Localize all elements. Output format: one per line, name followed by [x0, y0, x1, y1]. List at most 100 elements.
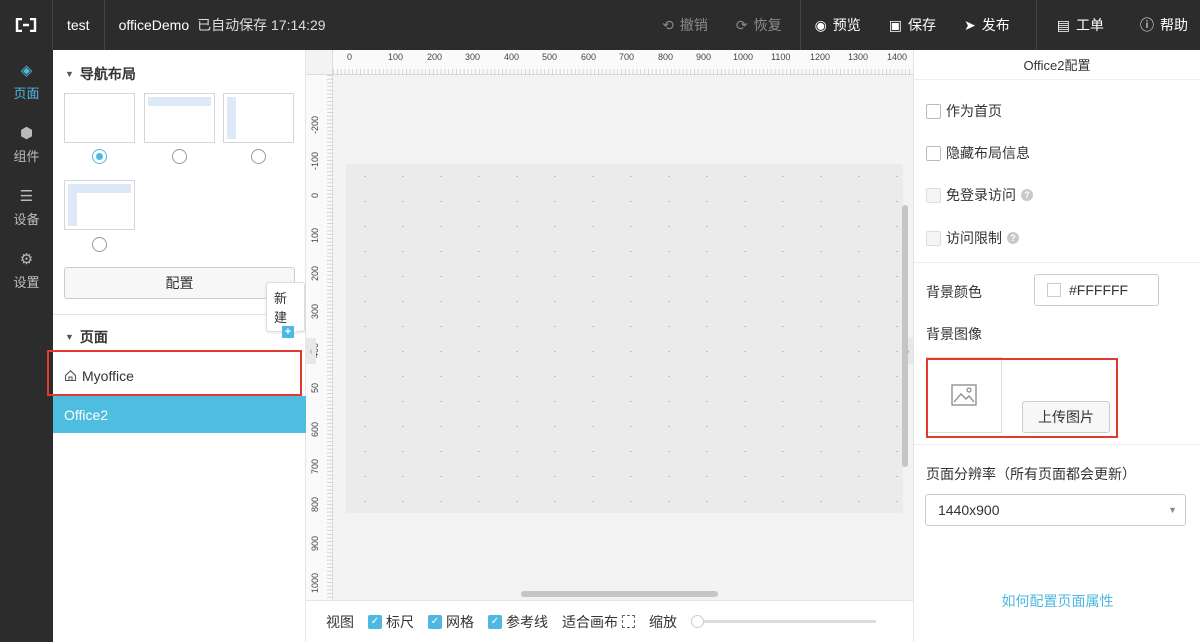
grid-toggle-label: 网格 — [446, 613, 474, 630]
layout-radio-left-sidebar[interactable] — [251, 149, 266, 164]
bg-color-value: #FFFFFF — [1069, 282, 1129, 298]
config-panel-title: Office2配置 — [914, 50, 1200, 80]
ruler-top-label: 700 — [619, 52, 635, 62]
caret-down-icon: ▼ — [65, 69, 74, 79]
resolution-value: 1440x900 — [938, 502, 1000, 518]
canvas-area[interactable]: 0 100 200 300 400 500 600 700 800 900 10… — [306, 50, 913, 600]
ruler-left-label: 200 — [310, 265, 320, 281]
preview-button[interactable]: ◉ 预览 — [799, 0, 875, 50]
server-icon: ☰ — [19, 188, 34, 205]
set-home-checkbox[interactable]: 作为首页 — [926, 101, 1002, 121]
save-button[interactable]: ▣ 保存 — [875, 0, 950, 50]
question-icon[interactable]: ? — [1021, 189, 1033, 201]
publish-label: 发布 — [981, 17, 1010, 33]
pages-header[interactable]: ▼ 页面 — [65, 327, 108, 347]
project-name[interactable]: test — [53, 0, 105, 50]
help-button[interactable]: ⓘ 帮助 — [1126, 0, 1200, 50]
ruler-top-label: 1200 — [810, 52, 831, 62]
page-item-office2[interactable]: Office2 — [53, 396, 306, 433]
new-tooltip: 新建 — [266, 282, 305, 332]
layout-option-left-sidebar[interactable] — [223, 93, 294, 143]
access-limit-label: 访问限制 — [946, 230, 1002, 246]
ruler-left-label: 100 — [310, 227, 320, 243]
pages-panel: ▼ 导航布局 配置 新建 ▼ 页面 + Myoffice Office2 — [47, 50, 306, 642]
access-limit-checkbox[interactable]: 访问限制 ? — [926, 228, 1019, 248]
ruler-left-label: 900 — [310, 535, 320, 551]
color-swatch[interactable] — [1047, 283, 1061, 297]
undo-button[interactable]: ⟲ 撤销 — [648, 0, 722, 50]
ticket-button[interactable]: ▤ 工单 — [1035, 0, 1126, 50]
publish-button[interactable]: ➤ 发布 — [950, 0, 1036, 50]
page-config-panel: Office2配置 作为首页 隐藏布局信息 免登录访问 ? 访问限制 ? 背景颜… — [913, 50, 1200, 642]
nav-layout-header[interactable]: ▼ 导航布局 — [65, 64, 136, 84]
help-label: 帮助 — [1160, 17, 1188, 33]
layout-left-bar-preview — [68, 193, 77, 226]
ruler-left-label: -100 — [310, 151, 320, 170]
no-login-checkbox[interactable]: 免登录访问 ? — [926, 185, 1033, 205]
caret-down-icon: ▼ — [65, 332, 74, 342]
nav-item-settings[interactable]: ⚙ 设置 — [0, 239, 53, 302]
nav-item-pages[interactable]: ◈ 页面 — [0, 50, 53, 113]
ruler-toggle[interactable]: ✓ 标尺 — [368, 612, 414, 632]
nav-item-components[interactable]: ⬢ 组件 — [0, 113, 53, 176]
pages-title: 页面 — [79, 329, 108, 345]
layout-option-top-bar[interactable] — [144, 93, 215, 143]
hide-layout-checkbox[interactable]: 隐藏布局信息 — [926, 143, 1030, 163]
bg-color-input[interactable]: #FFFFFF — [1034, 274, 1159, 306]
check-icon: ✓ — [428, 614, 442, 629]
config-help-link[interactable]: 如何配置页面属性 — [914, 591, 1200, 611]
zoom-slider-handle[interactable] — [691, 615, 704, 628]
app-logo[interactable] — [0, 0, 53, 50]
redo-button[interactable]: ⟳ 恢复 — [722, 0, 800, 50]
ruler-top-label: 400 — [504, 52, 520, 62]
vertical-scrollbar[interactable] — [902, 205, 908, 467]
nav-item-label: 页面 — [13, 86, 40, 101]
ruler-top-label: 1300 — [848, 52, 869, 62]
zoom-slider[interactable] — [691, 615, 876, 628]
guides-toggle[interactable]: ✓ 参考线 — [488, 612, 548, 632]
nav-item-label: 设备 — [13, 212, 40, 227]
question-icon[interactable]: ? — [1007, 232, 1019, 244]
fit-canvas-button[interactable]: 适合画布 — [562, 612, 635, 632]
bg-color-label: 背景颜色 — [926, 284, 982, 300]
checkbox[interactable] — [926, 230, 941, 246]
horizontal-scrollbar[interactable] — [521, 591, 718, 597]
nav-item-devices[interactable]: ☰ 设备 — [0, 176, 53, 239]
resolution-select[interactable]: 1440x900 ▼ — [925, 494, 1186, 526]
left-nav: ◈ 页面 ⬢ 组件 ☰ 设备 ⚙ 设置 — [0, 50, 53, 642]
collapse-left-handle[interactable]: ‹ — [306, 338, 316, 364]
ruler-corner — [306, 50, 333, 75]
bg-image-label: 背景图像 — [926, 326, 982, 342]
layout-radio-top-bar[interactable] — [172, 149, 187, 164]
ruler-left-label: 300 — [310, 303, 320, 319]
ruler-left-label: 50 — [310, 382, 320, 393]
page-artboard[interactable] — [346, 164, 903, 513]
resolution-label: 页面分辨率（所有页面都会更新） — [926, 466, 1136, 482]
page-item-label: Office2 — [64, 406, 109, 423]
layout-option-none[interactable] — [64, 93, 135, 143]
layout-radio-top-and-left[interactable] — [92, 237, 107, 252]
config-button[interactable]: 配置 — [64, 267, 295, 299]
checkbox[interactable] — [926, 187, 941, 203]
canvas-toolbar: 视图 ✓ 标尺 ✓ 网格 ✓ 参考线 适合画布 缩放 — [306, 600, 913, 642]
ruler-top-label: 200 — [427, 52, 443, 62]
layout-option-top-and-left[interactable] — [64, 180, 135, 230]
ruler-top-label: 1100 — [771, 52, 791, 62]
ruler-left-label: 1000 — [310, 572, 320, 593]
add-page-icon[interactable]: + — [282, 326, 294, 338]
fit-canvas-label: 适合画布 — [562, 613, 618, 630]
highlight-box — [926, 358, 1118, 438]
nav-item-label: 设置 — [13, 275, 40, 290]
checkbox[interactable] — [926, 145, 941, 161]
app-name[interactable]: officeDemo — [105, 0, 196, 50]
check-icon: ✓ — [488, 614, 502, 629]
ruler-left-label: -200 — [310, 115, 320, 134]
checkbox[interactable] — [926, 103, 941, 119]
layout-radio-none[interactable] — [92, 149, 107, 164]
redo-icon: ⟳ — [735, 16, 748, 33]
ruler-toggle-label: 标尺 — [386, 613, 414, 630]
layout-top-bar-preview — [68, 184, 131, 193]
ruler-left-label: 0 — [310, 192, 320, 198]
grid-toggle[interactable]: ✓ 网格 — [428, 612, 474, 632]
guides-toggle-label: 参考线 — [506, 613, 548, 630]
